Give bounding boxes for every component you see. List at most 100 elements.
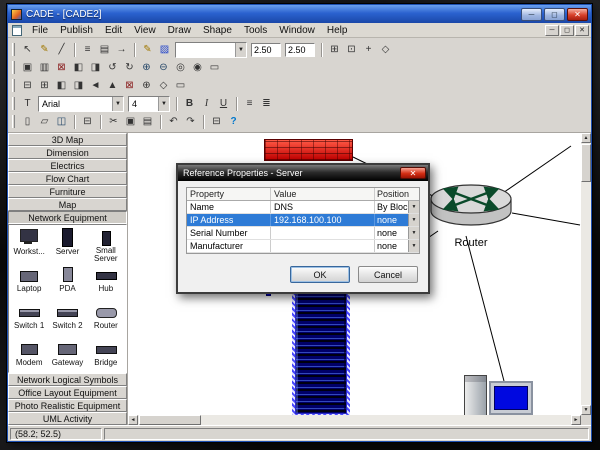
dropdown-icon[interactable]: ▼ bbox=[408, 214, 419, 226]
dropdown-icon[interactable]: ▼ bbox=[408, 227, 419, 239]
select-tool-icon[interactable]: ↖ bbox=[19, 42, 36, 58]
toolbar-grip[interactable] bbox=[12, 79, 15, 92]
redo-icon[interactable]: ↷ bbox=[182, 114, 199, 130]
fill-style-icon[interactable]: ▤ bbox=[96, 42, 113, 58]
menu-item[interactable]: Draw bbox=[162, 24, 197, 37]
palette-item-workstation[interactable]: Workst... bbox=[10, 226, 48, 263]
menu-item[interactable]: File bbox=[26, 24, 54, 37]
magnifier-icon[interactable]: ⊕ bbox=[138, 78, 155, 94]
dropdown-icon[interactable]: ▼ bbox=[408, 240, 419, 252]
position-dropdown[interactable]: none ▼ bbox=[375, 227, 419, 239]
sidebar-category[interactable]: Photo Realistic Equipment bbox=[8, 399, 127, 412]
dialog-close-button[interactable]: ✕ bbox=[400, 167, 426, 179]
grid-icon[interactable]: ⊡ bbox=[343, 42, 360, 58]
router-shape[interactable] bbox=[429, 182, 513, 230]
copy-icon[interactable]: ▣ bbox=[122, 114, 139, 130]
sidebar-category[interactable]: Network Logical Symbols bbox=[8, 373, 127, 386]
scroll-left-icon[interactable]: ◄ bbox=[128, 415, 138, 425]
server-rack-shape[interactable] bbox=[295, 290, 347, 414]
ungroup-icon[interactable]: ◨ bbox=[87, 60, 104, 76]
flip-horizontal-icon[interactable]: ◄ bbox=[87, 78, 104, 94]
font-size-combo[interactable]: 4 ▼ bbox=[128, 96, 170, 112]
pan-tool-icon[interactable]: ◇ bbox=[377, 42, 394, 58]
shape-height-input[interactable] bbox=[285, 43, 315, 57]
menu-item[interactable]: Shape bbox=[197, 24, 238, 37]
paste-shape-icon[interactable]: ▣ bbox=[19, 60, 36, 76]
chevron-down-icon[interactable]: ▼ bbox=[112, 97, 123, 111]
palette-item-switch1[interactable]: Switch 1 bbox=[10, 300, 48, 337]
zoom-window-icon[interactable]: ◎ bbox=[172, 60, 189, 76]
menu-item[interactable]: Publish bbox=[54, 24, 99, 37]
delete-icon[interactable]: ⊠ bbox=[53, 60, 70, 76]
title-bar[interactable]: CADE - [CADE2] ─ ◻ ✕ bbox=[8, 5, 591, 23]
sidebar-category[interactable]: Office Layout Equipment bbox=[8, 386, 127, 399]
server-rack-selection[interactable] bbox=[292, 287, 350, 415]
sidebar-category[interactable]: Dimension bbox=[8, 146, 127, 159]
toolbar-grip[interactable] bbox=[12, 115, 15, 128]
palette-item-modem[interactable]: Modem bbox=[10, 337, 48, 373]
fill-color-icon[interactable]: ▨ bbox=[156, 42, 173, 58]
palette-item-server[interactable]: Server bbox=[48, 226, 86, 263]
position-dropdown[interactable]: none ▼ bbox=[375, 240, 419, 252]
font-family-combo[interactable]: Arial ▼ bbox=[38, 96, 124, 112]
hand-icon[interactable]: ◇ bbox=[155, 78, 172, 94]
save-file-icon[interactable]: ◫ bbox=[53, 114, 70, 130]
close-button[interactable]: ✕ bbox=[567, 8, 588, 21]
pen-color-icon[interactable]: ✎ bbox=[139, 42, 156, 58]
palette-item-hub[interactable]: Hub bbox=[87, 263, 125, 300]
sidebar-category[interactable]: Furniture bbox=[8, 185, 127, 198]
mdi-minimize-button[interactable]: ─ bbox=[545, 25, 559, 36]
align-text-left-icon[interactable]: ≡ bbox=[241, 96, 258, 112]
sidebar-category[interactable]: Electrics bbox=[8, 159, 127, 172]
snap-grid-icon[interactable]: ⊞ bbox=[326, 42, 343, 58]
shape-style-combo[interactable]: ▼ bbox=[175, 42, 247, 58]
align-left-icon[interactable]: ◧ bbox=[53, 78, 70, 94]
pc-monitor-shape[interactable] bbox=[489, 381, 533, 415]
table-row[interactable]: IP Address 192.168.100.100 none ▼ bbox=[187, 214, 419, 227]
pc-tower-shape[interactable] bbox=[464, 375, 487, 415]
align-text-center-icon[interactable]: ≣ bbox=[258, 96, 275, 112]
palette-item-router[interactable]: Router bbox=[87, 300, 125, 337]
bring-front-icon[interactable]: ⊟ bbox=[19, 78, 36, 94]
firewall-shape[interactable] bbox=[264, 139, 353, 161]
cut-icon[interactable]: ✂ bbox=[105, 114, 122, 130]
vertical-scrollbar[interactable]: ▲ ▼ bbox=[581, 133, 591, 415]
palette-item-small-server[interactable]: Small Server bbox=[87, 226, 125, 263]
line-style-icon[interactable]: ≡ bbox=[79, 42, 96, 58]
undo-icon[interactable]: ↶ bbox=[165, 114, 182, 130]
line-tool-icon[interactable]: ╱ bbox=[53, 42, 70, 58]
export-icon[interactable]: ⊟ bbox=[79, 114, 96, 130]
text-tool-icon[interactable]: T bbox=[19, 96, 36, 112]
minimize-button[interactable]: ─ bbox=[521, 8, 542, 21]
new-file-icon[interactable]: ▯ bbox=[19, 114, 36, 130]
menu-item[interactable]: Help bbox=[321, 24, 354, 37]
measure-icon[interactable]: ▭ bbox=[172, 78, 189, 94]
zoom-fit-icon[interactable]: ◉ bbox=[189, 60, 206, 76]
sidebar-category[interactable]: UML Activity bbox=[8, 412, 127, 425]
bold-button[interactable]: B bbox=[181, 96, 198, 112]
toolbar-grip[interactable] bbox=[12, 97, 15, 110]
position-dropdown[interactable]: none ▼ bbox=[375, 214, 419, 226]
rotate-left-icon[interactable]: ↺ bbox=[104, 60, 121, 76]
print-icon[interactable]: ⊟ bbox=[208, 114, 225, 130]
dialog-title-bar[interactable]: Reference Properties - Server ✕ bbox=[178, 165, 428, 181]
menu-item[interactable]: View bbox=[128, 24, 162, 37]
pencil-tool-icon[interactable]: ✎ bbox=[36, 42, 53, 58]
flip-vertical-icon[interactable]: ▲ bbox=[104, 78, 121, 94]
sidebar-category[interactable]: Flow Chart bbox=[8, 172, 127, 185]
duplicate-icon[interactable]: ▥ bbox=[36, 60, 53, 76]
help-icon[interactable]: ? bbox=[225, 114, 242, 130]
palette-item-laptop[interactable]: Laptop bbox=[10, 263, 48, 300]
italic-button[interactable]: I bbox=[198, 96, 215, 112]
ortho-icon[interactable]: + bbox=[360, 42, 377, 58]
horizontal-scrollbar[interactable]: ◄ ► bbox=[128, 415, 581, 425]
mdi-close-button[interactable]: ✕ bbox=[575, 25, 589, 36]
send-back-icon[interactable]: ⊞ bbox=[36, 78, 53, 94]
toolbar-grip[interactable] bbox=[12, 61, 15, 74]
zoom-100-icon[interactable]: ▭ bbox=[206, 60, 223, 76]
palette-item-pda[interactable]: PDA bbox=[48, 263, 86, 300]
palette-item-switch2[interactable]: Switch 2 bbox=[48, 300, 86, 337]
vertical-scroll-thumb[interactable] bbox=[581, 144, 591, 182]
table-row[interactable]: Manufacturer none ▼ bbox=[187, 240, 419, 253]
rotate-right-icon[interactable]: ↻ bbox=[121, 60, 138, 76]
